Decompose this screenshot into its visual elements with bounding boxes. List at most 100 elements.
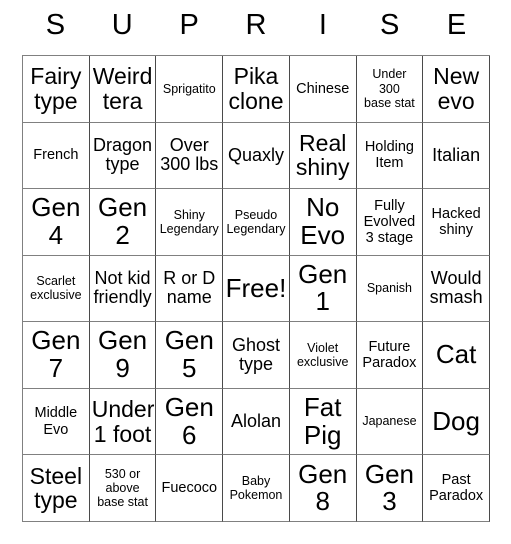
bingo-cell-r1-c1[interactable]: Dragon type <box>89 122 157 190</box>
bingo-cell-r6-c1[interactable]: 530 or above base stat <box>89 455 157 522</box>
bingo-cell-r4-c3[interactable]: Ghost type <box>223 322 290 389</box>
bingo-cell-label: Shiny Legendary <box>159 207 219 236</box>
bingo-cell-label: Fat Pig <box>303 392 342 450</box>
bingo-cell-r1-c4[interactable]: Real shiny <box>289 122 357 190</box>
bingo-cell-label: Dragon type <box>93 135 153 175</box>
bingo-cell-r0-c0[interactable]: Fairy type <box>23 56 90 123</box>
bingo-cell-r5-c6[interactable]: Dog <box>423 388 490 456</box>
bingo-cell-r4-c4[interactable]: Violet exclusive <box>289 322 357 389</box>
bingo-cell-label: Past Paradox <box>429 471 484 505</box>
bingo-cell-r0-c2[interactable]: Sprigatito <box>156 56 224 123</box>
bingo-cell-label: Spanish <box>366 281 413 296</box>
bingo-cell-label: Hacked shiny <box>431 205 481 238</box>
bingo-cell-label: Free! <box>225 272 287 303</box>
bingo-cell-r6-c4[interactable]: Gen 8 <box>289 455 357 522</box>
bingo-cell-r5-c3[interactable]: Alolan <box>223 388 290 456</box>
bingo-cell-label: Gen 4 <box>31 192 81 250</box>
bingo-cell-label: Under 1 foot <box>91 396 155 447</box>
bingo-cell-r6-c2[interactable]: Fuecoco <box>156 455 224 522</box>
bingo-cell-r1-c3[interactable]: Quaxly <box>223 122 290 190</box>
bingo-cell-label: Gen 6 <box>164 392 214 450</box>
bingo-cell-r2-c2[interactable]: Shiny Legendary <box>156 189 224 256</box>
bingo-cell-r0-c1[interactable]: Weird tera <box>89 56 157 123</box>
bingo-cell-r4-c6[interactable]: Cat <box>423 322 490 389</box>
bingo-header-letter-5: S <box>380 9 400 41</box>
bingo-cell-label: Baby Pokemon <box>229 473 283 503</box>
bingo-cell-r6-c3[interactable]: Baby Pokemon <box>223 455 290 522</box>
bingo-cell-r2-c0[interactable]: Gen 4 <box>23 189 90 256</box>
bingo-cell-label: Fully Evolved 3 stage <box>363 197 416 247</box>
bingo-cell-r3-c4[interactable]: Gen 1 <box>289 255 357 323</box>
bingo-cell-r5-c1[interactable]: Under 1 foot <box>89 388 157 456</box>
bingo-cell-label: Sprigatito <box>162 81 216 96</box>
bingo-cell-r1-c0[interactable]: French <box>23 122 90 190</box>
bingo-cell-label: Fairy type <box>30 63 82 114</box>
bingo-header-letter-1: U <box>111 9 133 41</box>
bingo-cell-label: Gen 5 <box>164 325 214 384</box>
bingo-cell-r0-c6[interactable]: New evo <box>423 56 490 123</box>
bingo-cell-label: Not kid friendly <box>93 268 152 308</box>
bingo-cell-r3-c5[interactable]: Spanish <box>356 255 424 323</box>
bingo-cell-r0-c4[interactable]: Chinese <box>289 56 357 123</box>
bingo-cell-label: Future Paradox <box>362 338 417 372</box>
bingo-cell-r2-c1[interactable]: Gen 2 <box>89 189 157 256</box>
bingo-cell-r0-c3[interactable]: Pika clone <box>223 56 290 123</box>
bingo-header-letter-3: R <box>245 9 267 41</box>
bingo-cell-r6-c0[interactable]: Steel type <box>23 455 90 522</box>
bingo-cell-r3-c1[interactable]: Not kid friendly <box>89 255 157 323</box>
bingo-header-letter-6: E <box>446 9 467 41</box>
bingo-cell-r5-c2[interactable]: Gen 6 <box>156 388 224 456</box>
bingo-cell-r5-c4[interactable]: Fat Pig <box>289 388 357 456</box>
bingo-cell-label: No Evo <box>300 192 346 250</box>
bingo-cell-label: Over 300 lbs <box>160 135 219 175</box>
bingo-cell-r5-c5[interactable]: Japanese <box>356 388 424 456</box>
bingo-cell-r0-c5[interactable]: Under 300 base stat <box>356 56 424 123</box>
bingo-cell-label: R or D name <box>163 268 216 308</box>
bingo-cell-r2-c4[interactable]: No Evo <box>289 189 357 256</box>
bingo-cell-r3-c0[interactable]: Scarlet exclusive <box>23 255 90 323</box>
bingo-cell-label: Gen 9 <box>97 325 148 384</box>
bingo-cell-r2-c6[interactable]: Hacked shiny <box>423 189 490 256</box>
bingo-cell-label: Middle Evo <box>34 405 78 438</box>
bingo-cell-r1-c5[interactable]: Holding Item <box>356 122 424 190</box>
bingo-cell-free-space[interactable]: Free! <box>223 255 290 323</box>
bingo-cell-r2-c5[interactable]: Fully Evolved 3 stage <box>356 189 424 256</box>
bingo-cell-label: Gen 1 <box>298 258 348 317</box>
bingo-cell-label: Real shiny <box>295 129 350 181</box>
bingo-cell-r4-c2[interactable]: Gen 5 <box>156 322 224 389</box>
bingo-cell-r4-c1[interactable]: Gen 9 <box>89 322 157 389</box>
bingo-cell-label: Gen 8 <box>298 458 348 517</box>
bingo-header-letter-2: P <box>179 9 199 41</box>
bingo-cell-label: French <box>33 147 79 164</box>
bingo-card: S U P R I S E Fairy type Weird tera Sprigatito Pi… <box>22 0 490 522</box>
bingo-cell-r3-c2[interactable]: R or D name <box>156 255 224 323</box>
bingo-cell-r5-c0[interactable]: Middle Evo <box>23 388 90 456</box>
bingo-cell-r6-c5[interactable]: Gen 3 <box>356 455 424 522</box>
bingo-cell-label: Chinese <box>296 80 350 97</box>
bingo-cell-label: Under 300 base stat <box>364 67 415 110</box>
bingo-cell-label: Quaxly <box>227 144 284 165</box>
bingo-cell-label: Violet exclusive <box>296 340 349 370</box>
bingo-cell-label: Pika clone <box>228 63 284 114</box>
bingo-cell-r2-c3[interactable]: Pseudo Legendary <box>223 189 290 256</box>
bingo-cell-label: Dog <box>432 405 480 436</box>
bingo-cell-label: Japanese <box>362 414 417 429</box>
bingo-cell-label: Pseudo Legendary <box>226 207 286 236</box>
bingo-cell-label: Weird tera <box>92 63 153 114</box>
bingo-header-letter-4: I <box>318 9 327 41</box>
bingo-header-letter-0: S <box>45 9 66 41</box>
bingo-grid: Fairy type Weird tera Sprigatito Pika clone… <box>22 55 490 522</box>
bingo-cell-r4-c0[interactable]: Gen 7 <box>23 322 90 389</box>
bingo-cell-label: Alolan <box>230 411 282 432</box>
bingo-cell-r1-c2[interactable]: Over 300 lbs <box>156 122 224 190</box>
bingo-cell-label: Steel type <box>29 462 83 514</box>
bingo-cell-r1-c6[interactable]: Italian <box>423 122 490 190</box>
bingo-cell-label: Scarlet exclusive <box>30 274 82 303</box>
bingo-cell-label: Ghost type <box>231 334 280 375</box>
bingo-cell-r6-c6[interactable]: Past Paradox <box>423 455 490 522</box>
bingo-cell-r4-c5[interactable]: Future Paradox <box>356 322 424 389</box>
bingo-cell-label: Gen 2 <box>97 192 148 250</box>
bingo-cell-label: New evo <box>433 63 480 114</box>
bingo-cell-label: Holding Item <box>364 139 414 172</box>
bingo-cell-r3-c6[interactable]: Would smash <box>423 255 490 323</box>
